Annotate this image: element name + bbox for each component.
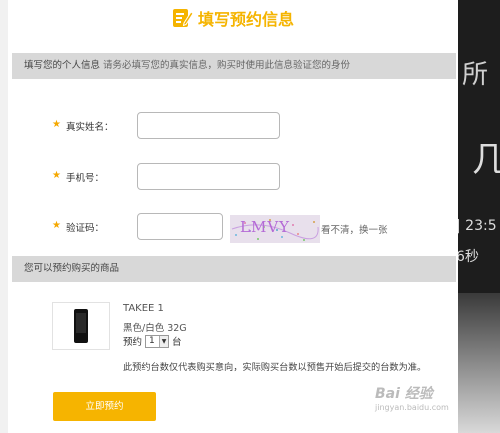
quantity-row: 预约 1 ▼ 台 bbox=[123, 334, 182, 348]
phone-label: 手机号： bbox=[66, 173, 105, 184]
dialog-title: 填写预约信息 bbox=[197, 10, 294, 29]
section-heading: 填写您的个人信息 bbox=[24, 60, 101, 71]
watermark-logo: Bai 经验 bbox=[375, 386, 433, 402]
captcha-input[interactable] bbox=[137, 213, 223, 240]
captcha-field-row: ★ 验证码： LMVY 看不清，换一张 bbox=[8, 213, 458, 243]
product-spec: 黑色/白色 32G bbox=[123, 323, 187, 334]
background-text: 6秒 bbox=[458, 249, 479, 265]
name-label: 真实姓名： bbox=[66, 122, 114, 133]
left-overlay-strip bbox=[0, 0, 8, 433]
required-star-icon: ★ bbox=[52, 220, 61, 231]
personal-info-section-header: 填写您的个人信息 请务必填写您的真实信息，购买时使用此信息验证您的身份 bbox=[12, 53, 456, 79]
reserve-now-button[interactable]: 立即预约 bbox=[53, 392, 156, 421]
product-image bbox=[52, 302, 110, 350]
background-page-panel: 所 几 | 23:5 6秒 bbox=[458, 0, 500, 433]
product-name: TAKEE 1 bbox=[123, 303, 164, 314]
captcha-text: LMVY bbox=[240, 218, 291, 236]
edit-form-icon bbox=[172, 9, 194, 27]
quantity-unit: 台 bbox=[172, 337, 182, 348]
phone-screen bbox=[76, 313, 86, 333]
captcha-refresh-link[interactable]: 看不清，换一张 bbox=[321, 222, 388, 236]
section-heading: 您可以预约购买的商品 bbox=[24, 263, 120, 274]
quantity-select[interactable]: 1 ▼ bbox=[145, 334, 170, 348]
products-section-header: 您可以预约购买的商品 bbox=[12, 256, 456, 282]
quantity-disclaimer: 此预约台数仅代表购买意向，实际购买台数以预售开始后提交的台数为准。 bbox=[123, 362, 427, 373]
reservation-dialog: 填写预约信息 填写您的个人信息 请务必填写您的真实信息，购买时使用此信息验证您的… bbox=[8, 0, 458, 433]
section-note: 请务必填写您的真实信息，购买时使用此信息验证您的身份 bbox=[103, 60, 351, 71]
required-star-icon: ★ bbox=[52, 119, 61, 130]
captcha-label: 验证码： bbox=[66, 223, 105, 234]
background-text: | 23:5 bbox=[458, 218, 497, 234]
quantity-value: 1 bbox=[149, 336, 155, 346]
name-input[interactable] bbox=[137, 112, 280, 139]
baidu-jingyan-watermark: Bai 经验 jingyan.baidu.com bbox=[375, 383, 465, 423]
background-text: 几 bbox=[472, 140, 500, 180]
phone-field-row: ★ 手机号： bbox=[8, 163, 458, 191]
name-field-row: ★ 真实姓名： bbox=[8, 112, 458, 140]
captcha-image[interactable]: LMVY bbox=[230, 215, 320, 243]
background-text: 所 bbox=[462, 60, 489, 90]
phone-input[interactable] bbox=[137, 163, 280, 190]
dialog-header: 填写预约信息 bbox=[8, 2, 458, 34]
chevron-down-icon[interactable]: ▼ bbox=[159, 335, 169, 347]
quantity-prefix: 预约 bbox=[123, 337, 143, 348]
required-star-icon: ★ bbox=[52, 170, 61, 181]
watermark-url: jingyan.baidu.com bbox=[375, 403, 449, 412]
